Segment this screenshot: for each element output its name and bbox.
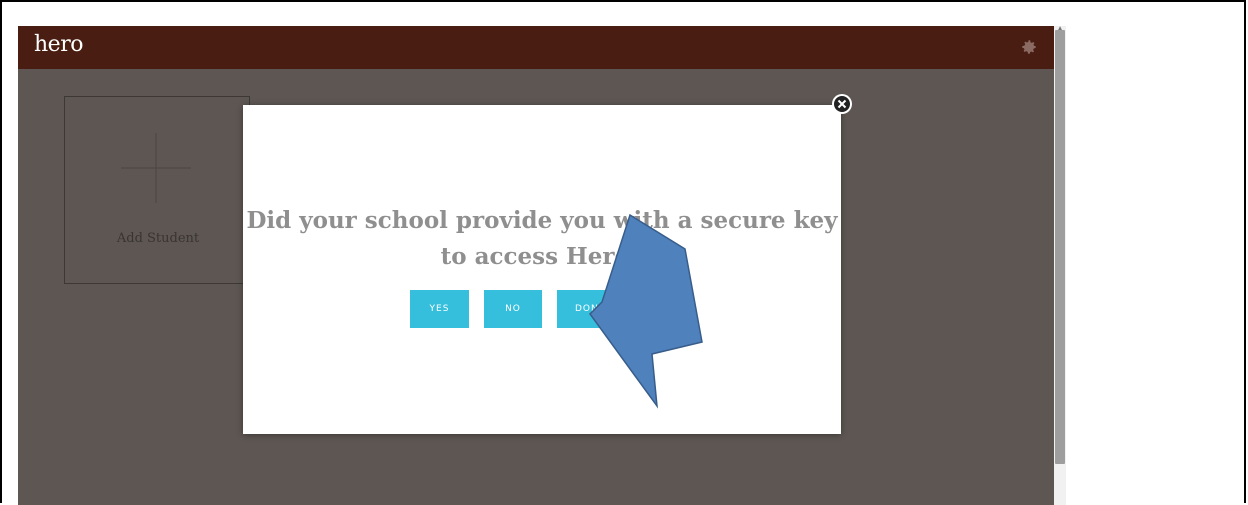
yes-button[interactable]: YES (410, 290, 469, 328)
no-button[interactable]: NO (484, 290, 542, 328)
add-student-card[interactable]: Add Student (64, 96, 250, 284)
close-icon[interactable] (831, 93, 853, 115)
modal-question: Did your school provide you with a secur… (246, 207, 838, 270)
plus-icon (121, 133, 191, 203)
hero-logo[interactable]: hero (34, 32, 83, 57)
scrollbar-thumb[interactable] (1055, 30, 1065, 464)
add-student-label: Add Student (116, 231, 200, 246)
app-header: hero (18, 26, 1054, 69)
screenshot-frame: hero Add Student ▲ Did your school provi… (0, 0, 1246, 505)
gear-icon[interactable] (1020, 38, 1038, 56)
page-scrollbar[interactable]: ▲ (1054, 26, 1066, 505)
dont-know-button[interactable]: DON'T KNOW (557, 290, 647, 328)
secure-key-modal: Did your school provide you with a secur… (243, 105, 841, 434)
